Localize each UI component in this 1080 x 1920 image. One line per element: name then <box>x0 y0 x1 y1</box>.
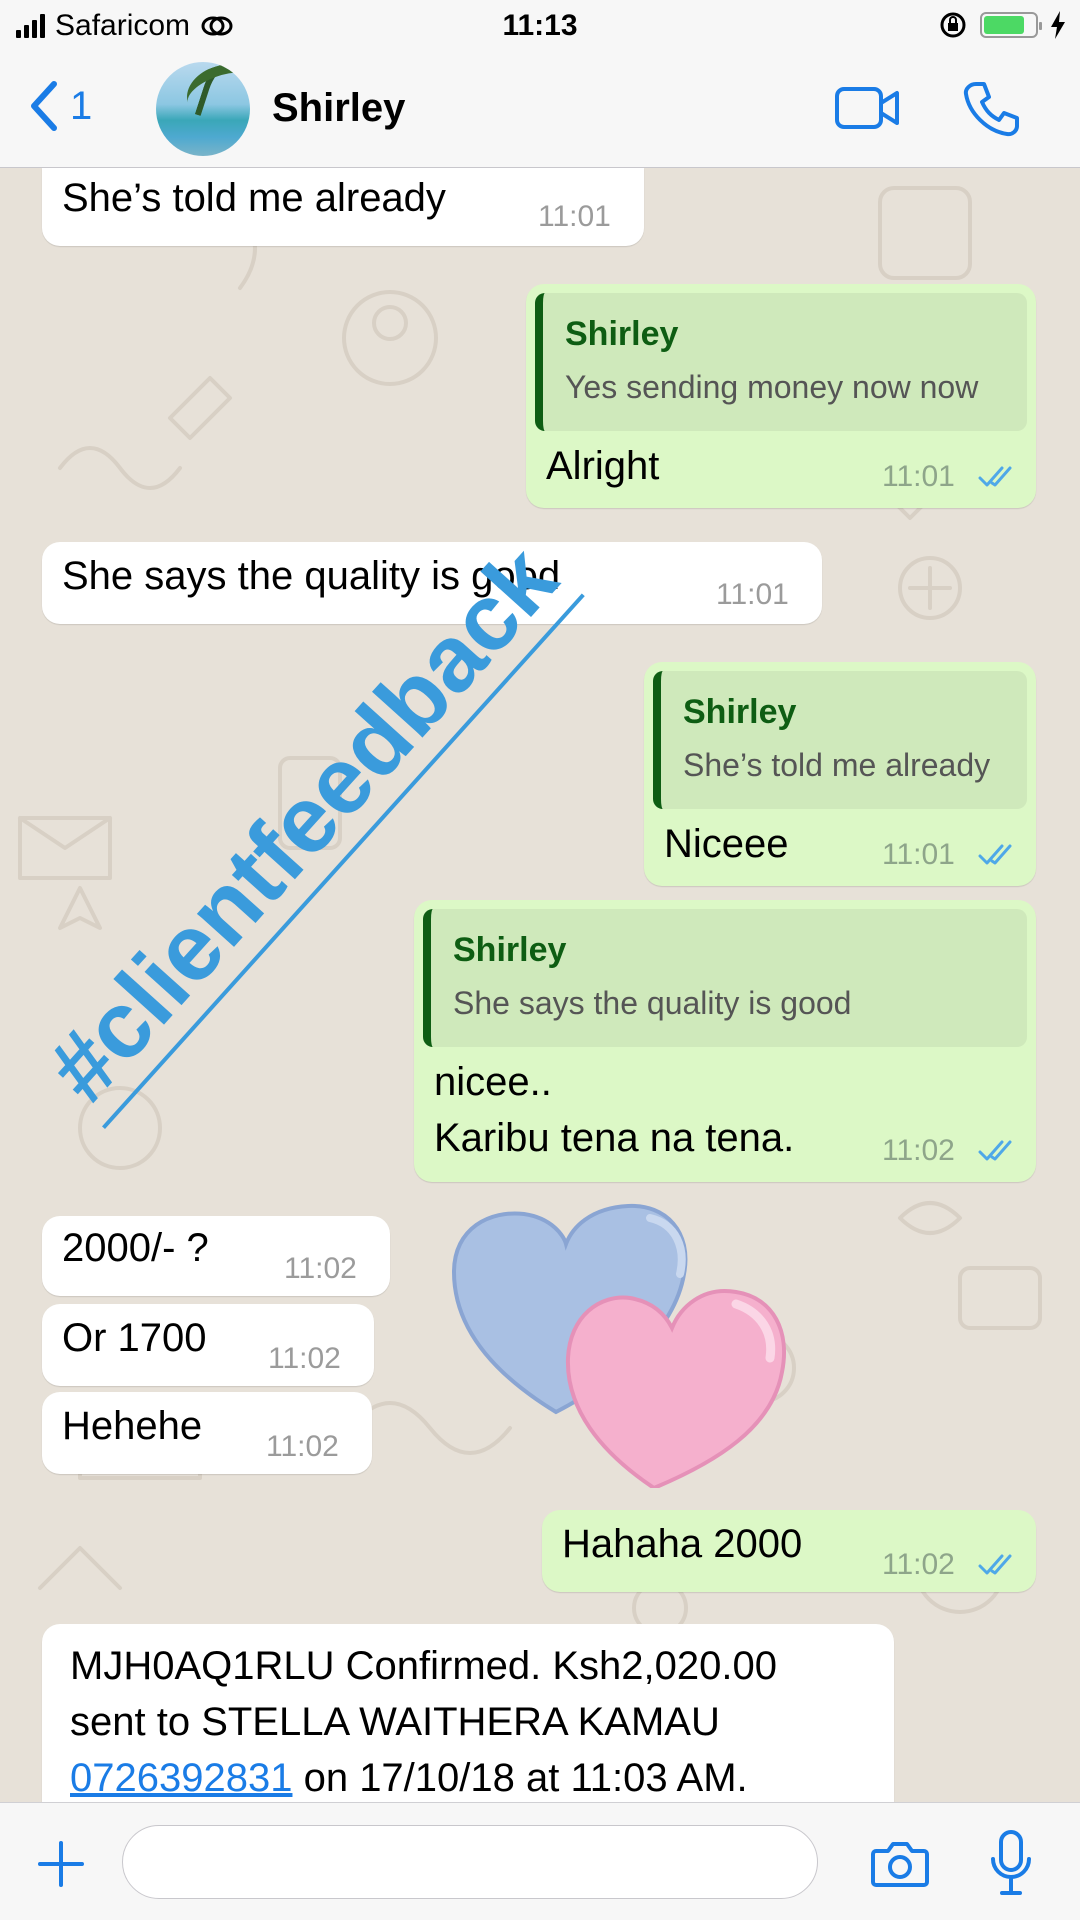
charging-bolt-icon <box>1051 11 1065 39</box>
message-input[interactable] <box>122 1825 818 1899</box>
message-text-line: nicee.. <box>434 1060 552 1104</box>
read-receipt-icon <box>978 1140 1012 1161</box>
quote-author: Shirley <box>683 693 797 731</box>
quote-text: Yes sending money now now <box>565 369 979 405</box>
message-time: 11:01 <box>538 200 611 233</box>
battery-icon <box>980 12 1042 38</box>
message-outgoing[interactable]: Shirley She says the quality is good nic… <box>414 900 1036 1182</box>
message-incoming[interactable]: She’s told me already 11:01 <box>42 168 644 246</box>
message-outgoing[interactable]: Shirley Yes sending money now now Alrigh… <box>526 284 1036 508</box>
phone-call-icon[interactable] <box>962 80 1020 138</box>
message-input-bar <box>0 1802 1080 1920</box>
message-text-line: MJH0AQ1RLU Confirmed. Ksh2,020.00 <box>70 1644 777 1688</box>
avatar[interactable] <box>156 62 250 156</box>
two-hearts-sticker[interactable] <box>440 1188 800 1488</box>
status-time: 11:13 <box>502 9 578 42</box>
message-text: MJH0AQ1RLU Confirmed. Ksh2,020.00 sent t… <box>70 1638 777 1802</box>
read-receipt-icon <box>978 466 1012 487</box>
rotation-lock-icon <box>940 12 966 38</box>
message-outgoing[interactable]: Hahaha 2000 11:02 <box>542 1510 1036 1592</box>
battery-level <box>984 16 1024 34</box>
quote-text: She’s told me already <box>683 747 991 783</box>
message-text: Hehehe <box>62 1404 203 1448</box>
message-text-rest: on 17/10/18 at 11:03 AM. <box>292 1756 748 1800</box>
unread-count: 1 <box>70 83 93 128</box>
message-time: 11:02 <box>268 1342 341 1375</box>
read-receipt-icon <box>978 1554 1012 1575</box>
status-bar-right <box>938 10 1066 40</box>
message-time: 11:01 <box>716 578 789 611</box>
contact-name[interactable]: Shirley <box>272 86 405 131</box>
phone-number-link[interactable]: 0726392831 <box>70 1756 292 1800</box>
message-incoming-mpesa[interactable]: MJH0AQ1RLU Confirmed. Ksh2,020.00 sent t… <box>42 1624 894 1802</box>
chat-area[interactable]: She’s told me already 11:01 Shirley Yes … <box>0 168 1080 1802</box>
message-text-line: Karibu tena na tena. <box>434 1116 795 1160</box>
message-text: 2000/- ? <box>62 1226 209 1270</box>
quoted-message[interactable]: Shirley Yes sending money now now <box>535 293 1027 431</box>
message-time: 11:02 <box>284 1252 357 1285</box>
message-text-line: sent to STELLA WAITHERA KAMAU <box>70 1700 720 1744</box>
camera-icon[interactable] <box>870 1839 930 1889</box>
back-button[interactable]: 1 <box>28 80 92 132</box>
message-time: 11:01 <box>882 460 955 493</box>
back-chevron-icon <box>31 81 57 131</box>
message-text: She’s told me already <box>62 176 446 220</box>
message-incoming[interactable]: Or 1700 11:02 <box>42 1304 374 1386</box>
message-time: 11:02 <box>266 1430 339 1463</box>
message-text: Hahaha 2000 <box>562 1522 803 1566</box>
quoted-message[interactable]: Shirley She says the quality is good <box>423 909 1027 1047</box>
video-call-icon[interactable] <box>834 86 900 130</box>
plus-icon[interactable] <box>36 1839 86 1889</box>
quote-author: Shirley <box>453 931 567 969</box>
message-text: Niceee <box>664 822 789 866</box>
status-bar: Safaricom 11:13 <box>0 0 1080 52</box>
message-incoming[interactable]: 2000/- ? 11:02 <box>42 1216 390 1296</box>
message-time: 11:02 <box>882 1548 955 1581</box>
quote-author: Shirley <box>565 315 679 353</box>
message-text-line: 0726392831 on 17/10/18 at 11:03 AM. <box>70 1750 777 1802</box>
microphone-icon[interactable] <box>988 1829 1034 1897</box>
message-text: Alright <box>546 444 660 488</box>
message-time: 11:01 <box>882 838 955 871</box>
message-text: Or 1700 <box>62 1316 207 1360</box>
message-incoming[interactable]: Hehehe 11:02 <box>42 1392 372 1474</box>
quoted-message[interactable]: Shirley She’s told me already <box>653 671 1027 809</box>
message-time: 11:02 <box>882 1134 955 1167</box>
chat-header: 1 Shirley <box>0 52 1080 168</box>
read-receipt-icon <box>978 844 1012 865</box>
quote-text: She says the quality is good <box>453 985 852 1021</box>
message-outgoing[interactable]: Shirley She’s told me already Niceee 11:… <box>644 662 1036 886</box>
